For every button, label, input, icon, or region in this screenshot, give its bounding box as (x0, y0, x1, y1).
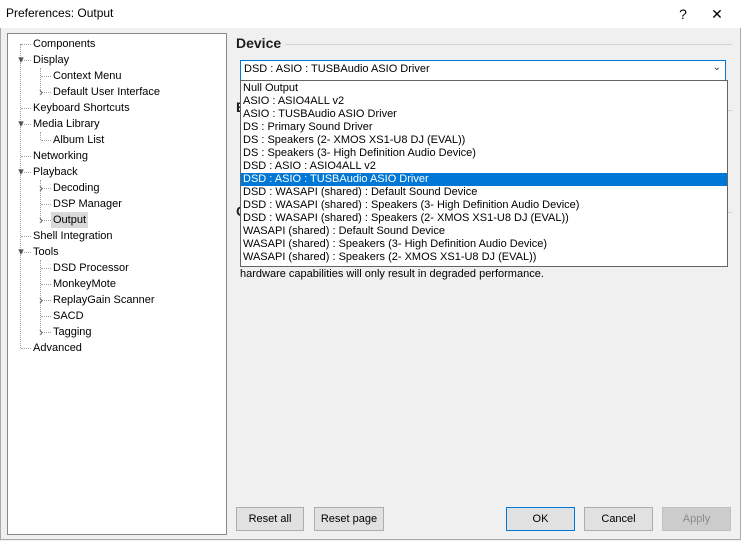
tree-connector (21, 236, 31, 238)
tree-item[interactable]: Playback (31, 164, 80, 180)
chevron-down-icon[interactable]: ⌄ (713, 62, 721, 73)
tree-item[interactable]: Tagging (51, 324, 94, 340)
dropdown-option[interactable]: DS : Speakers (2- XMOS XS1-U8 DJ (EVAL)) (241, 134, 727, 147)
title-bar: Preferences: Output ? ✕ (0, 0, 741, 28)
device-section-title: Device (236, 35, 282, 51)
tree-item[interactable]: Output (51, 212, 89, 228)
reset-all-button[interactable]: Reset all (236, 507, 304, 531)
tree-item[interactable]: Networking (31, 148, 90, 164)
tree-item[interactable]: ReplayGain Scanner (51, 292, 157, 308)
device-select-value: DSD : ASIO : TUSBAudio ASIO Driver (244, 63, 430, 75)
tree-item[interactable]: Tools (31, 244, 61, 260)
tree-connector (20, 44, 22, 348)
tree-item[interactable]: DSD Processor (51, 260, 131, 276)
apply-button[interactable]: Apply (662, 507, 731, 531)
tree-item[interactable]: Advanced (31, 340, 84, 356)
tree-item[interactable]: Decoding (51, 180, 101, 196)
dropdown-option[interactable]: DS : Speakers (3- High Definition Audio … (241, 147, 727, 160)
chevron-right-icon[interactable]: › (36, 84, 46, 100)
chevron-down-icon[interactable]: ▾ (16, 52, 26, 68)
tree-connector (41, 140, 51, 142)
ok-button[interactable]: OK (506, 507, 575, 531)
tree-connector (21, 108, 31, 110)
dropdown-option[interactable]: DSD : ASIO : TUSBAudio ASIO Driver (241, 173, 727, 186)
section-divider (285, 44, 732, 45)
tree-item[interactable]: Display (31, 52, 71, 68)
dropdown-option[interactable]: WASAPI (shared) : Speakers (2- XMOS XS1-… (241, 251, 727, 264)
dropdown-option[interactable]: DS : Primary Sound Driver (241, 121, 727, 134)
chevron-right-icon[interactable]: › (36, 324, 46, 340)
preferences-tree[interactable]: Components ▾ Display Context Menu › Default U… (7, 33, 227, 535)
tree-item[interactable]: Album List (51, 132, 106, 148)
tree-item[interactable]: Default User Interface (51, 84, 162, 100)
chevron-right-icon[interactable]: › (36, 292, 46, 308)
dropdown-option[interactable]: ASIO : TUSBAudio ASIO Driver (241, 108, 727, 121)
close-button[interactable]: ✕ (697, 0, 737, 28)
device-select[interactable]: DSD : ASIO : TUSBAudio ASIO Driver ⌄ (240, 60, 726, 81)
tree-connector (21, 156, 31, 158)
tree-item[interactable]: SACD (51, 308, 86, 324)
tree-item[interactable]: Shell Integration (31, 228, 115, 244)
dropdown-option[interactable]: ASIO : ASIO4ALL v2 (241, 95, 727, 108)
dropdown-option[interactable]: DSD : ASIO : ASIO4ALL v2 (241, 160, 727, 173)
tree-item[interactable]: MonkeyMote (51, 276, 118, 292)
chevron-down-icon[interactable]: ▾ (16, 244, 26, 260)
chevron-right-icon[interactable]: › (36, 180, 46, 196)
output-description: hardware capabilities will only result i… (240, 268, 544, 280)
window-title: Preferences: Output (6, 6, 114, 20)
dropdown-option[interactable]: WASAPI (shared) : Default Sound Device (241, 225, 727, 238)
dropdown-option[interactable]: DSD : WASAPI (shared) : Speakers (3- Hig… (241, 199, 727, 212)
tree-item[interactable]: Media Library (31, 116, 102, 132)
dropdown-option[interactable]: DSD : WASAPI (shared) : Speakers (2- XMO… (241, 212, 727, 225)
tree-item[interactable]: Keyboard Shortcuts (31, 100, 132, 116)
tree-item[interactable]: DSP Manager (51, 196, 124, 212)
tree-connector (41, 284, 51, 286)
tree-connector (41, 204, 51, 206)
tree-connector (41, 268, 51, 270)
device-dropdown-list[interactable]: Null Output ASIO : ASIO4ALL v2 ASIO : TUSB… (240, 80, 728, 267)
chevron-down-icon[interactable]: ▾ (16, 116, 26, 132)
dropdown-option[interactable]: WASAPI (shared) : Speakers (3- High Defi… (241, 238, 727, 251)
chevron-down-icon[interactable]: ▾ (16, 164, 26, 180)
dropdown-option[interactable]: Null Output (241, 82, 727, 95)
reset-page-button[interactable]: Reset page (314, 507, 384, 531)
tree-item[interactable]: Context Menu (51, 68, 123, 84)
cancel-button[interactable]: Cancel (584, 507, 653, 531)
dropdown-option[interactable]: DSD : WASAPI (shared) : Default Sound De… (241, 186, 727, 199)
tree-connector (41, 316, 51, 318)
chevron-right-icon[interactable]: › (36, 212, 46, 228)
tree-item[interactable]: Components (31, 36, 97, 52)
tree-connector (41, 76, 51, 78)
tree-connector (40, 132, 42, 140)
tree-connector (21, 44, 31, 46)
tree-connector (21, 348, 31, 350)
